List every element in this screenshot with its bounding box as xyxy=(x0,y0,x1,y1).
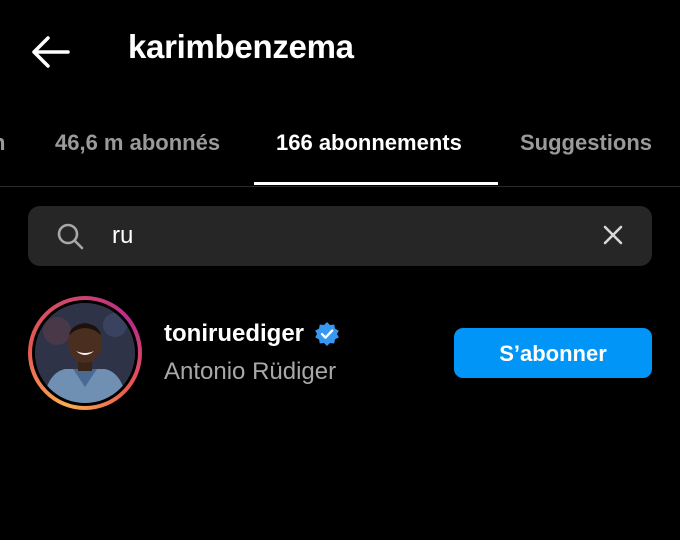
back-button[interactable] xyxy=(28,34,72,70)
verified-badge-icon xyxy=(315,322,340,346)
search-icon xyxy=(57,223,84,250)
tab-following[interactable]: 166 abonnements xyxy=(276,130,462,156)
avatar xyxy=(35,303,135,403)
tab-partial[interactable]: n xyxy=(0,130,5,156)
top-bar: karimbenzema xyxy=(0,0,680,100)
active-tab-indicator xyxy=(254,182,498,185)
result-username[interactable]: toniruediger xyxy=(164,320,304,347)
username-row: toniruediger xyxy=(164,320,340,354)
search-input[interactable] xyxy=(112,218,552,254)
tab-followers[interactable]: 46,6 m abonnés xyxy=(55,130,220,156)
follow-tabs: n 46,6 m abonnés 166 abonnements Suggest… xyxy=(0,118,680,187)
profile-username-title: karimbenzema xyxy=(128,28,354,65)
list-item[interactable]: toniruediger Antonio Rüdiger S’abonner xyxy=(0,292,680,414)
search-bar xyxy=(28,206,652,266)
tab-suggestions[interactable]: Suggestions xyxy=(520,130,652,156)
arrow-left-icon xyxy=(32,36,70,68)
follow-button[interactable]: S’abonner xyxy=(454,328,652,378)
result-full-name: Antonio Rüdiger xyxy=(164,358,337,385)
story-ring[interactable] xyxy=(28,296,142,410)
close-icon xyxy=(603,225,623,245)
clear-search-button[interactable] xyxy=(600,222,626,248)
